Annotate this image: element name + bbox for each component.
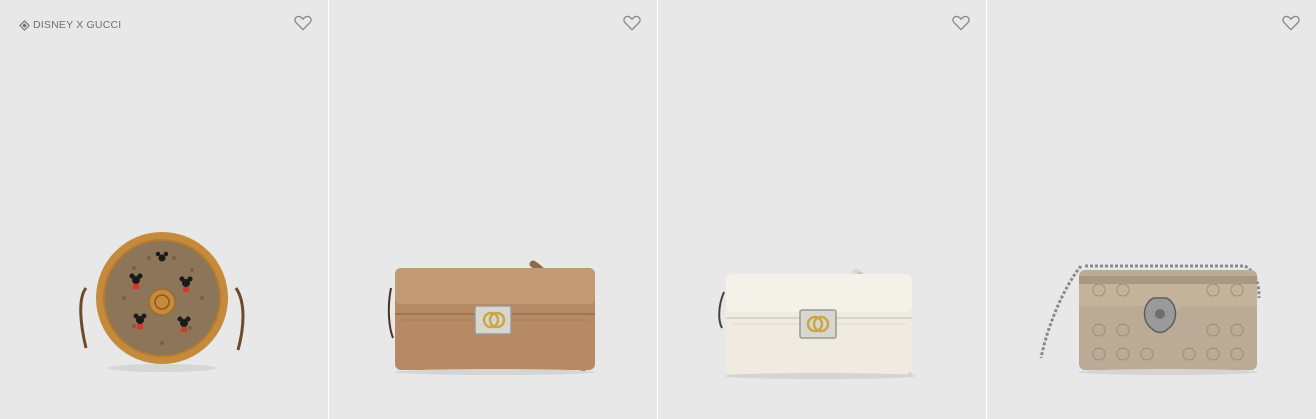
product-image-dionysus-bag[interactable] [1033, 258, 1269, 376]
product-grid: DISNEY X GUCCI [0, 0, 1316, 419]
wishlist-heart-icon[interactable] [952, 15, 970, 31]
badge-label: DISNEY X GUCCI [33, 19, 122, 31]
product-image-white-wallet[interactable] [716, 266, 931, 380]
collection-badge: DISNEY X GUCCI [19, 19, 121, 31]
diamond-icon [19, 19, 30, 31]
product-card[interactable]: DISNEY X GUCCI [0, 0, 329, 419]
product-image-brown-wallet[interactable] [387, 258, 602, 376]
product-card[interactable] [987, 0, 1316, 419]
wishlist-heart-icon[interactable] [1282, 15, 1300, 31]
wishlist-heart-icon[interactable] [294, 15, 312, 31]
product-card[interactable] [658, 0, 987, 419]
wishlist-heart-icon[interactable] [623, 15, 641, 31]
product-card[interactable] [329, 0, 658, 419]
product-image-round-bag[interactable] [74, 228, 250, 373]
